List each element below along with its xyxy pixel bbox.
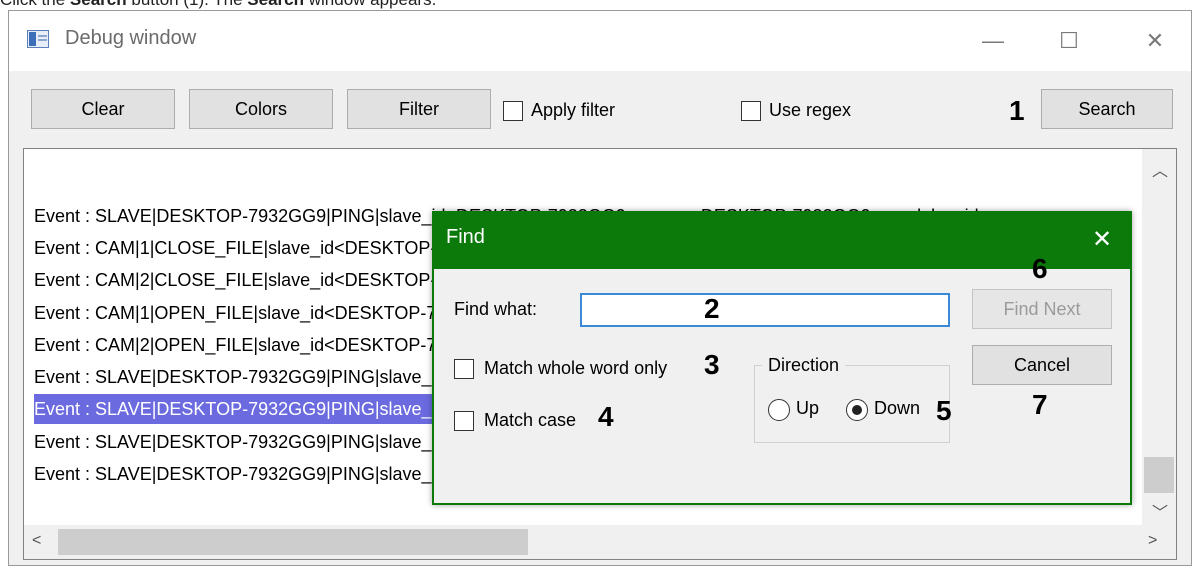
cancel-button[interactable]: Cancel bbox=[972, 345, 1112, 385]
caption-bold-search: Search bbox=[70, 0, 127, 9]
callout-4: 4 bbox=[598, 401, 614, 432]
filter-button[interactable]: Filter bbox=[347, 89, 491, 129]
scroll-right-arrow-icon[interactable]: > bbox=[1148, 532, 1157, 550]
direction-up-label: Up bbox=[796, 398, 820, 418]
callout-5: 5 bbox=[936, 395, 952, 426]
scroll-down-arrow-icon[interactable]: ﹀ bbox=[1152, 499, 1168, 523]
caption-bold-search-2: Search bbox=[247, 0, 304, 9]
minimize-button[interactable]: — bbox=[965, 19, 1021, 63]
direction-down-label: Down bbox=[874, 398, 921, 418]
vertical-scroll-thumb[interactable] bbox=[1144, 457, 1174, 493]
match-case-label: Match case bbox=[484, 410, 577, 430]
direction-label: Direction bbox=[762, 355, 846, 376]
callout-1: 1 bbox=[1009, 95, 1025, 126]
caption-prefix: Click the bbox=[0, 0, 65, 9]
callout-2: 2 bbox=[704, 293, 720, 324]
callout-3: 3 bbox=[704, 349, 720, 380]
app-window-icon bbox=[27, 30, 49, 48]
maximize-button[interactable]: ☐ bbox=[1041, 19, 1097, 63]
match-case-checkbox[interactable] bbox=[454, 411, 474, 431]
find-close-button[interactable]: ✕ bbox=[1084, 221, 1120, 257]
caption-suffix: button (1). The bbox=[131, 0, 242, 9]
colors-button[interactable]: Colors bbox=[189, 89, 333, 129]
callout-7: 7 bbox=[1032, 389, 1048, 420]
direction-down-radio[interactable] bbox=[846, 399, 868, 421]
apply-filter-checkbox[interactable] bbox=[503, 101, 523, 121]
find-what-input[interactable] bbox=[580, 293, 950, 327]
radio-selected-dot bbox=[852, 405, 862, 415]
apply-filter-label: Apply filter bbox=[531, 100, 616, 120]
clear-button[interactable]: Clear bbox=[31, 89, 175, 129]
horizontal-scrollbar[interactable]: < > bbox=[24, 525, 1176, 559]
find-dialog-title: Find bbox=[446, 226, 485, 248]
scroll-up-arrow-icon[interactable]: ︿ bbox=[1152, 157, 1168, 181]
match-whole-word-label: Match whole word only bbox=[484, 358, 668, 378]
vertical-scrollbar[interactable]: ︿ ﹀ bbox=[1142, 149, 1176, 525]
find-what-label: Find what: bbox=[454, 299, 538, 319]
caption-suffix-2: window appears. bbox=[309, 0, 437, 9]
callout-6: 6 bbox=[1032, 253, 1048, 284]
use-regex-label: Use regex bbox=[769, 100, 852, 120]
match-whole-word-checkbox[interactable] bbox=[454, 359, 474, 379]
use-regex-checkbox[interactable] bbox=[741, 101, 761, 121]
find-titlebar: Find ✕ bbox=[434, 213, 1130, 269]
horizontal-scroll-thumb[interactable] bbox=[58, 529, 528, 555]
find-dialog: Find ✕ Find what: 2 Match whole word onl… bbox=[432, 211, 1132, 505]
window-titlebar: Debug window — ☐ ✕ bbox=[9, 11, 1191, 71]
scroll-left-arrow-icon[interactable]: < bbox=[32, 532, 41, 550]
search-button[interactable]: Search bbox=[1041, 89, 1173, 129]
direction-up-radio[interactable] bbox=[768, 399, 790, 421]
find-next-button[interactable]: Find Next bbox=[972, 289, 1112, 329]
close-button[interactable]: ✕ bbox=[1127, 19, 1183, 63]
window-title: Debug window bbox=[65, 27, 197, 49]
